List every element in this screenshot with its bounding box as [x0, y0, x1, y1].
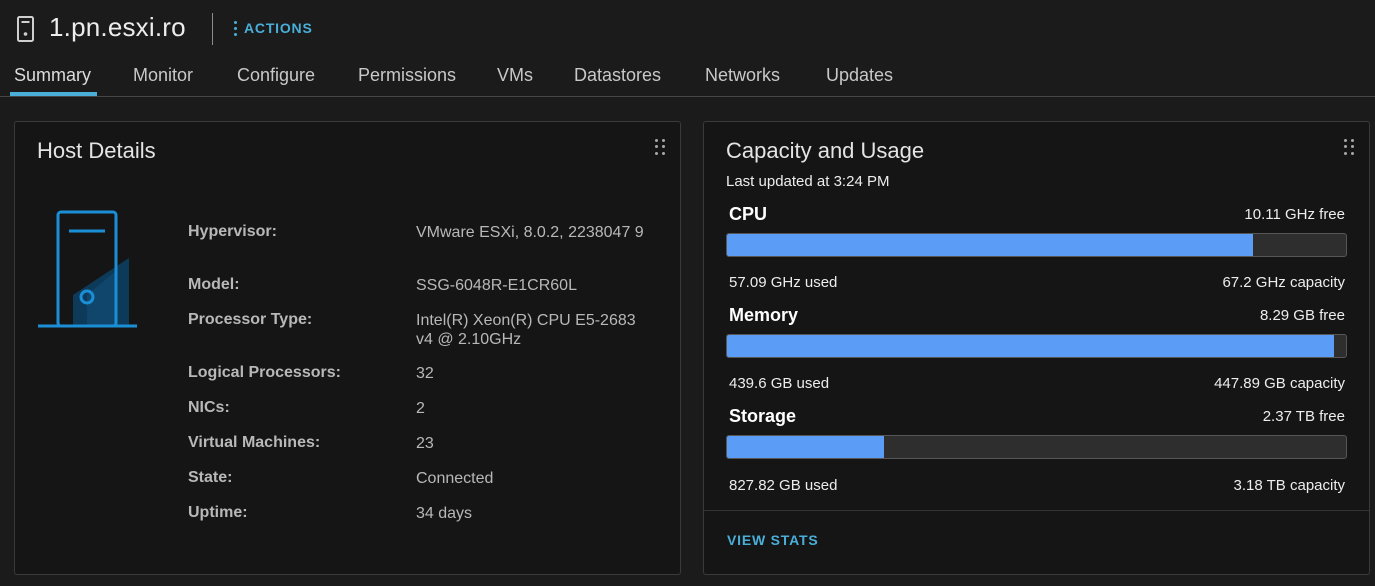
detail-label-nics: NICs:	[188, 399, 230, 416]
storage-usage-bar	[726, 435, 1347, 459]
cpu-usage-bar-fill	[727, 234, 1254, 256]
memory-used: 439.6 GB used	[729, 375, 830, 392]
vertical-ellipsis-icon	[234, 21, 237, 36]
detail-value-model: SSG-6048R-E1CR60L	[416, 277, 577, 294]
detail-value-hypervisor: VMware ESXi, 8.0.2, 2238047 9	[416, 224, 644, 241]
detail-label-virtual-machines: Virtual Machines:	[188, 434, 321, 451]
cpu-usage-bar	[726, 233, 1347, 257]
memory-label: Memory	[729, 305, 799, 325]
detail-label-processor-type: Processor Type:	[188, 311, 313, 328]
host-illustration-icon	[38, 210, 137, 328]
capacity-usage-title: Capacity and Usage	[726, 138, 925, 163]
memory-usage-bar-fill	[727, 335, 1335, 357]
drag-handle-icon[interactable]	[655, 139, 665, 155]
tab-monitor[interactable]: Monitor	[133, 65, 193, 86]
tab-summary[interactable]: Summary	[14, 65, 91, 86]
host-details-card: Host Details Hypervisor: VMware ESXi, 8.…	[14, 121, 681, 575]
header-divider	[212, 13, 213, 45]
storage-used: 827.82 GB used	[729, 477, 838, 494]
storage-free: 2.37 TB free	[1262, 408, 1345, 425]
last-updated-text: Last updated at 3:24 PM	[726, 173, 890, 190]
cpu-free: 10.11 GHz free	[1244, 206, 1345, 223]
storage-usage-bar-fill	[727, 436, 885, 458]
cpu-capacity: 67.2 GHz capacity	[1222, 274, 1345, 291]
detail-value-nics: 2	[416, 400, 425, 417]
detail-value-state: Connected	[416, 470, 494, 487]
memory-capacity: 447.89 GB capacity	[1214, 375, 1345, 392]
detail-value-processor-type: Intel(R) Xeon(R) CPU E5-2683 v4 @ 2.10GH…	[416, 312, 636, 348]
actions-menu-button[interactable]: ACTIONS	[234, 19, 313, 36]
detail-value-virtual-machines: 23	[416, 435, 434, 452]
tab-datastores[interactable]: Datastores	[574, 65, 661, 86]
cpu-used: 57.09 GHz used	[729, 274, 838, 291]
capacity-usage-card: Capacity and Usage Last updated at 3:24 …	[703, 121, 1370, 575]
view-stats-link[interactable]: VIEW STATS	[727, 532, 818, 548]
storage-capacity: 3.18 TB capacity	[1233, 477, 1345, 494]
card-footer-divider	[704, 510, 1369, 511]
detail-label-hypervisor: Hypervisor:	[188, 223, 277, 240]
cpu-label: CPU	[729, 204, 768, 224]
memory-usage-bar	[726, 334, 1347, 358]
memory-free: 8.29 GB free	[1259, 307, 1345, 324]
page-title: 1.pn.esxi.ro	[49, 12, 186, 42]
object-header: 1.pn.esxi.ro ACTIONS	[0, 0, 1375, 58]
detail-label-model: Model:	[188, 276, 240, 293]
tab-permissions[interactable]: Permissions	[358, 65, 456, 86]
tab-bar: Summary Monitor Configure Permissions VM…	[0, 58, 1375, 97]
actions-label: ACTIONS	[244, 19, 313, 36]
host-details-title: Host Details	[37, 138, 156, 163]
tab-vms[interactable]: VMs	[497, 65, 533, 86]
storage-label: Storage	[729, 406, 797, 426]
detail-value-logical-processors: 32	[416, 365, 434, 382]
detail-value-uptime: 34 days	[416, 505, 473, 522]
detail-label-uptime: Uptime:	[188, 504, 248, 521]
drag-handle-icon[interactable]	[1344, 139, 1354, 155]
tab-configure[interactable]: Configure	[237, 65, 315, 86]
detail-label-state: State:	[188, 469, 233, 486]
host-server-icon	[17, 16, 34, 42]
tab-networks[interactable]: Networks	[705, 65, 780, 86]
active-tab-indicator	[10, 92, 97, 96]
detail-label-logical-processors: Logical Processors:	[188, 364, 341, 381]
tab-updates[interactable]: Updates	[826, 65, 893, 86]
